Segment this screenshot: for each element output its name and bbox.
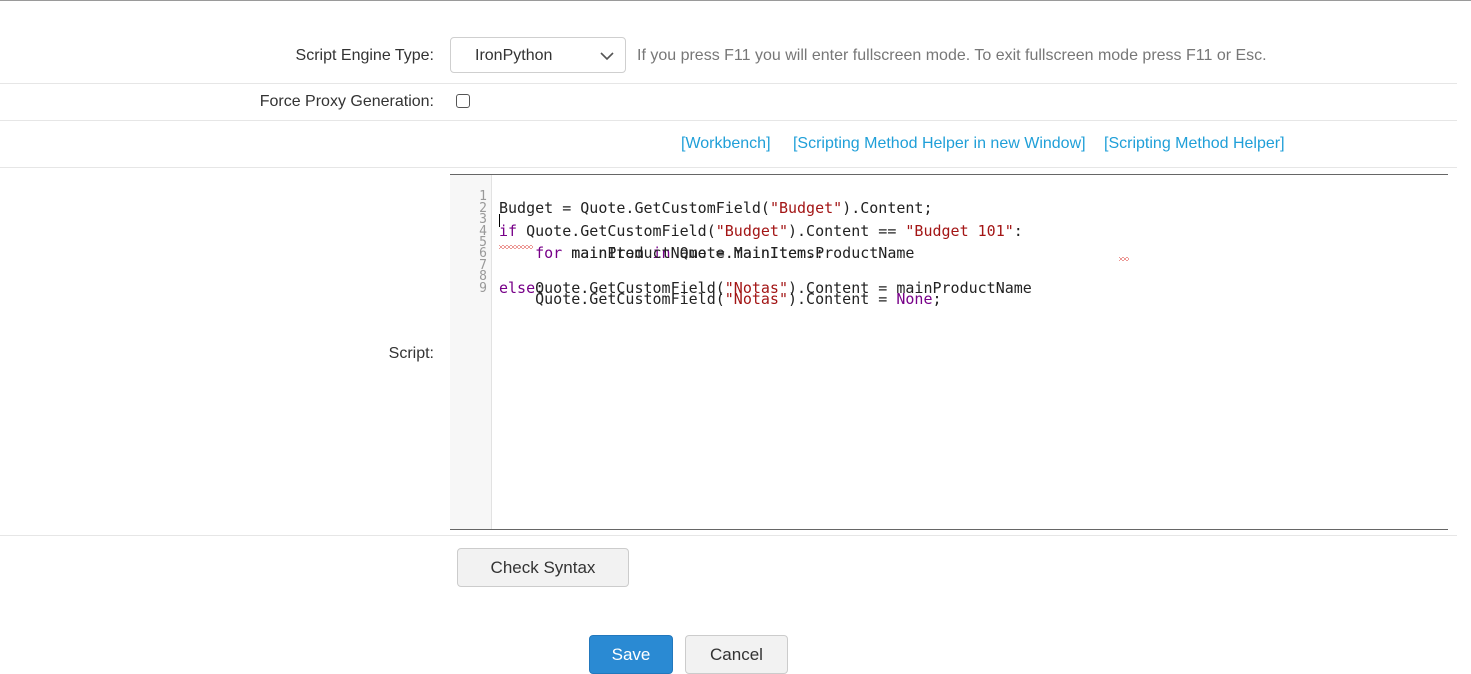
force-proxy-label: Force Proxy Generation: <box>259 93 434 110</box>
cancel-button[interactable]: Cancel <box>685 635 788 674</box>
code-line: 7 Quote.GetCustomField("Notas").Content … <box>450 245 1129 295</box>
force-proxy-checkbox[interactable] <box>456 94 470 108</box>
engine-type-value: IronPython <box>475 47 553 64</box>
error-squiggle <box>499 245 533 250</box>
workbench-link[interactable]: [Workbench] <box>681 135 771 152</box>
script-label: Script: <box>388 345 434 362</box>
code-text: if Quote.GetCustomField("Budget").Conten… <box>499 221 1023 240</box>
code-editor[interactable]: 1 Budget = Quote.GetCustomField("Budget"… <box>450 174 1448 530</box>
code-line: 3 if Quote.GetCustomField("Budget").Cont… <box>450 203 1023 238</box>
code-line: 9 Quote.GetCustomField("Notas").Content … <box>450 271 941 306</box>
check-syntax-button[interactable]: Check Syntax <box>457 548 629 587</box>
top-divider <box>0 0 1471 1</box>
row-divider <box>0 167 1457 168</box>
code-text: Quote.GetCustomField("Notas").Content = … <box>499 289 942 308</box>
helper-links: [Workbench] [Scripting Method Helper in … <box>663 135 1285 153</box>
method-helper-new-window-link[interactable]: [Scripting Method Helper in new Window] <box>793 135 1086 152</box>
code-text: mainProductName = mainItem.ProductName <box>499 244 915 263</box>
method-helper-link[interactable]: [Scripting Method Helper] <box>1104 135 1285 152</box>
code-text: Budget = Quote.GetCustomField("Budget").… <box>499 198 933 217</box>
row-divider <box>0 120 1457 121</box>
code-line: 5 mainProductName = mainItem.ProductName <box>450 226 914 261</box>
save-button[interactable]: Save <box>589 635 673 674</box>
fullscreen-hint: If you press F11 you will enter fullscre… <box>637 47 1267 64</box>
line-number: 9 <box>479 280 487 296</box>
error-squiggle <box>1119 257 1129 262</box>
row-divider <box>0 83 1457 84</box>
engine-type-select[interactable]: IronPython <box>450 37 626 73</box>
engine-type-label: Script Engine Type: <box>295 47 434 64</box>
chevron-down-icon <box>600 52 614 61</box>
code-line: 1 Budget = Quote.GetCustomField("Budget"… <box>450 180 932 215</box>
code-line: 4 for mainItem in Quote.MainItems: <box>450 214 824 261</box>
code-line: 2 <box>450 191 504 215</box>
code-line: 8 else: <box>450 260 544 295</box>
code-line: 6 <box>450 237 504 260</box>
code-lines: 1 Budget = Quote.GetCustomField("Budget"… <box>450 180 1129 307</box>
row-divider <box>0 535 1457 536</box>
